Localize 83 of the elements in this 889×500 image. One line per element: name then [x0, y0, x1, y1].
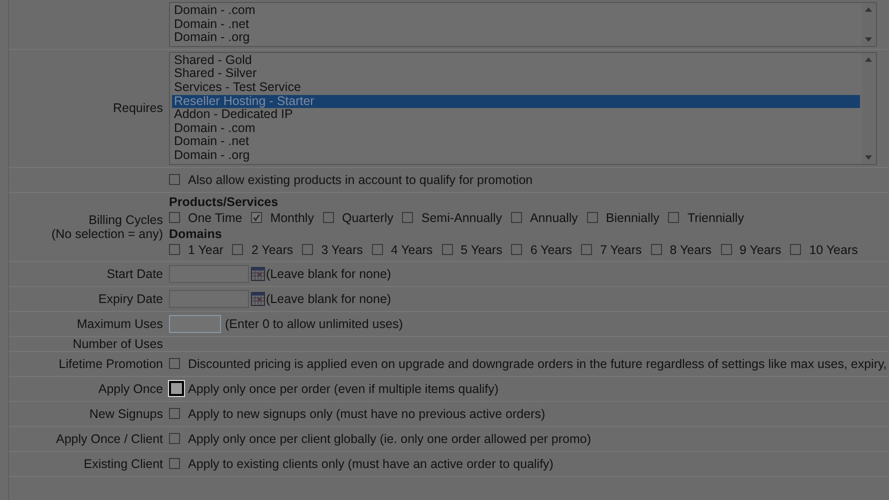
scroll-down-icon[interactable] — [865, 154, 872, 160]
checkbox[interactable] — [232, 244, 244, 256]
list-option[interactable]: Shared - Silver — [172, 67, 860, 81]
checkbox-label: 2 Years — [251, 242, 294, 257]
checkbox[interactable] — [650, 244, 662, 256]
checkbox-label: Annually — [530, 210, 578, 225]
checkbox[interactable] — [668, 212, 680, 224]
checkbox[interactable] — [372, 244, 383, 256]
group-heading: Products/Services — [169, 194, 280, 209]
multi-select-list[interactable]: Shared - Gold Shared - Silver Services - Test Service Reseller Hosting - Starter Addon - Dedicated IP Domain - .com Domain - .net Domain - .org — [169, 52, 877, 165]
field-label: Lifetime Promotion — [58, 356, 163, 371]
checkbox[interactable] — [169, 244, 180, 256]
group-heading: Domains — [169, 226, 223, 241]
checkbox-label: Quarterly — [342, 210, 394, 225]
checkbox[interactable] — [720, 244, 732, 256]
scroll-up-icon[interactable] — [865, 7, 872, 12]
calendar-icon[interactable] — [251, 292, 265, 306]
checkbox-label: Monthly — [270, 210, 314, 225]
checkbox-label: 5 Years — [460, 242, 502, 257]
list-option[interactable]: Addon - Dedicated IP — [172, 108, 860, 122]
checkbox[interactable] — [586, 212, 598, 224]
list-option[interactable]: Domain - .com — [172, 4, 860, 18]
checkbox[interactable] — [169, 358, 180, 370]
field-label: Apply Once — [98, 382, 163, 396]
checkbox-label: Triennially — [687, 210, 744, 225]
field-label: Maximum Uses — [76, 316, 163, 331]
checkbox[interactable] — [302, 244, 314, 256]
field-label: Billing Cycles — [88, 212, 163, 227]
checkbox-label: 3 Years — [321, 242, 363, 257]
checkbox-label: 9 Years — [740, 242, 782, 257]
checkbox[interactable] — [251, 212, 262, 224]
checkbox-label: 7 Years — [600, 242, 642, 257]
checkbox-label: 4 Years — [390, 242, 433, 257]
field-hint: (Leave blank for none) — [266, 292, 392, 306]
checkbox-label: Biennially — [606, 210, 660, 225]
scroll-down-icon[interactable] — [865, 36, 872, 42]
checkbox[interactable] — [169, 174, 180, 186]
field-label: Apply Once / Client — [56, 432, 163, 446]
list-option[interactable]: Services - Test Service — [172, 80, 860, 95]
list-option[interactable]: Domain - .net — [172, 135, 860, 149]
checkbox-label: Apply to new signups only (must have no previous active orders) — [188, 406, 546, 421]
checkbox[interactable] — [790, 244, 802, 256]
checkbox[interactable] — [510, 212, 522, 224]
field-label: New Signups — [89, 406, 163, 421]
checkbox-label: 10 Years — [809, 242, 858, 257]
checkbox[interactable] — [511, 244, 522, 256]
checkbox[interactable] — [169, 433, 180, 444]
field-hint: (No selection = any) — [51, 226, 163, 241]
checkbox[interactable] — [169, 212, 180, 224]
checkbox-label: Also allow existing products in account to qualify for promotion — [188, 172, 533, 187]
field-hint: (Enter 0 to allow unlimited uses) — [225, 316, 403, 331]
checkbox-label: Semi-Annually — [421, 210, 502, 225]
checkbox-label: Apply to existing clients only (must have an active order to qualify) — [188, 456, 554, 471]
checkbox[interactable] — [402, 212, 414, 224]
checkbox[interactable] — [442, 244, 453, 256]
calendar-icon[interactable] — [251, 266, 265, 281]
checkbox-label: One Time — [188, 210, 242, 225]
checkbox-label: 6 Years — [530, 242, 572, 257]
multi-select-list[interactable]: Domain - .com Domain - .net Domain - .org — [169, 2, 877, 47]
checkbox[interactable] — [169, 381, 184, 396]
checkbox[interactable] — [322, 212, 334, 224]
field-label: Existing Client — [84, 456, 163, 471]
checkbox-label: Discounted pricing is applied even on upgrade and downgrade orders in the future regardless of settings like max uses, expiry, — [188, 356, 887, 371]
scroll-up-icon[interactable] — [865, 56, 872, 62]
checkbox-label: 8 Years — [670, 242, 712, 257]
list-option[interactable]: Shared - Gold — [172, 54, 860, 68]
list-option[interactable]: Domain - .com — [172, 122, 860, 136]
field-label: Requires — [112, 101, 163, 116]
list-option[interactable]: Domain - .org — [172, 31, 860, 45]
checkbox-label: Apply only once per order (even if multiple items qualify) — [188, 382, 499, 396]
field-label: Expiry Date — [98, 292, 163, 306]
field-label: Number of Uses — [72, 336, 163, 351]
list-option[interactable]: Domain - .net — [172, 18, 860, 32]
checkbox-label: 1 Year — [188, 242, 224, 257]
checkbox[interactable] — [169, 408, 180, 420]
list-option[interactable]: Reseller Hosting - Starter — [172, 94, 860, 108]
list-option[interactable]: Domain - .org — [172, 148, 860, 163]
field-hint: (Leave blank for none) — [266, 266, 392, 281]
checkbox[interactable] — [169, 458, 180, 470]
input-field[interactable] — [169, 314, 221, 333]
field-label: Start Date — [106, 266, 163, 281]
checkbox-label: Apply only once per client globally (ie. only one order allowed per promo) — [188, 432, 591, 446]
checkbox[interactable] — [581, 244, 592, 256]
